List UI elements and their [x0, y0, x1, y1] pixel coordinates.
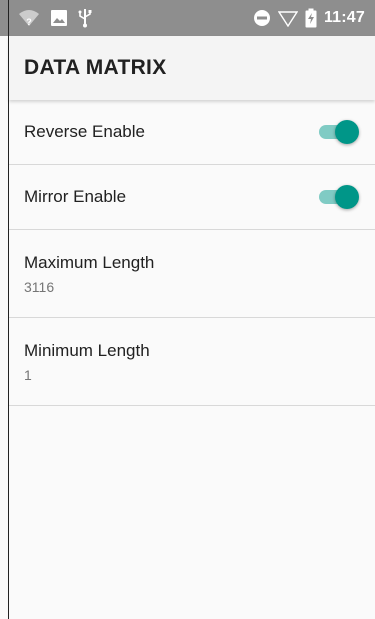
pref-summary: 3116	[24, 278, 55, 295]
preference-list: Reverse Enable Mirror Enable Maximum Len…	[9, 100, 375, 406]
pref-summary: 1	[24, 366, 32, 383]
signal-icon	[277, 9, 298, 27]
pref-maximum-length[interactable]: Maximum Length 3116	[9, 230, 375, 318]
status-time: 11:47	[323, 9, 365, 26]
switch-thumb	[335, 120, 359, 144]
switch-thumb	[335, 185, 359, 209]
pref-title: Maximum Length	[24, 252, 155, 272]
image-icon	[50, 9, 68, 27]
pref-reverse-enable[interactable]: Reverse Enable	[9, 100, 375, 165]
wifi-unknown-icon: ?	[18, 9, 40, 27]
status-bar-left: ?	[18, 8, 92, 28]
pref-mirror-enable[interactable]: Mirror Enable	[9, 165, 375, 230]
reverse-enable-switch[interactable]	[317, 120, 359, 144]
mirror-enable-switch[interactable]	[317, 185, 359, 209]
page-title: DATA MATRIX	[24, 56, 167, 79]
status-bar-right: 11:47	[253, 8, 365, 28]
battery-charging-icon	[305, 8, 317, 28]
settings-screen: ? 11:47 DATA MATRIX Reverse Enable Mirro…	[0, 0, 375, 619]
usb-icon	[78, 8, 92, 28]
svg-text:?: ?	[26, 17, 32, 27]
pref-minimum-length[interactable]: Minimum Length 1	[9, 318, 375, 406]
status-bar: ? 11:47	[0, 0, 375, 36]
do-not-disturb-icon	[253, 9, 271, 27]
app-toolbar: DATA MATRIX	[9, 36, 375, 100]
pref-title: Minimum Length	[24, 340, 150, 360]
